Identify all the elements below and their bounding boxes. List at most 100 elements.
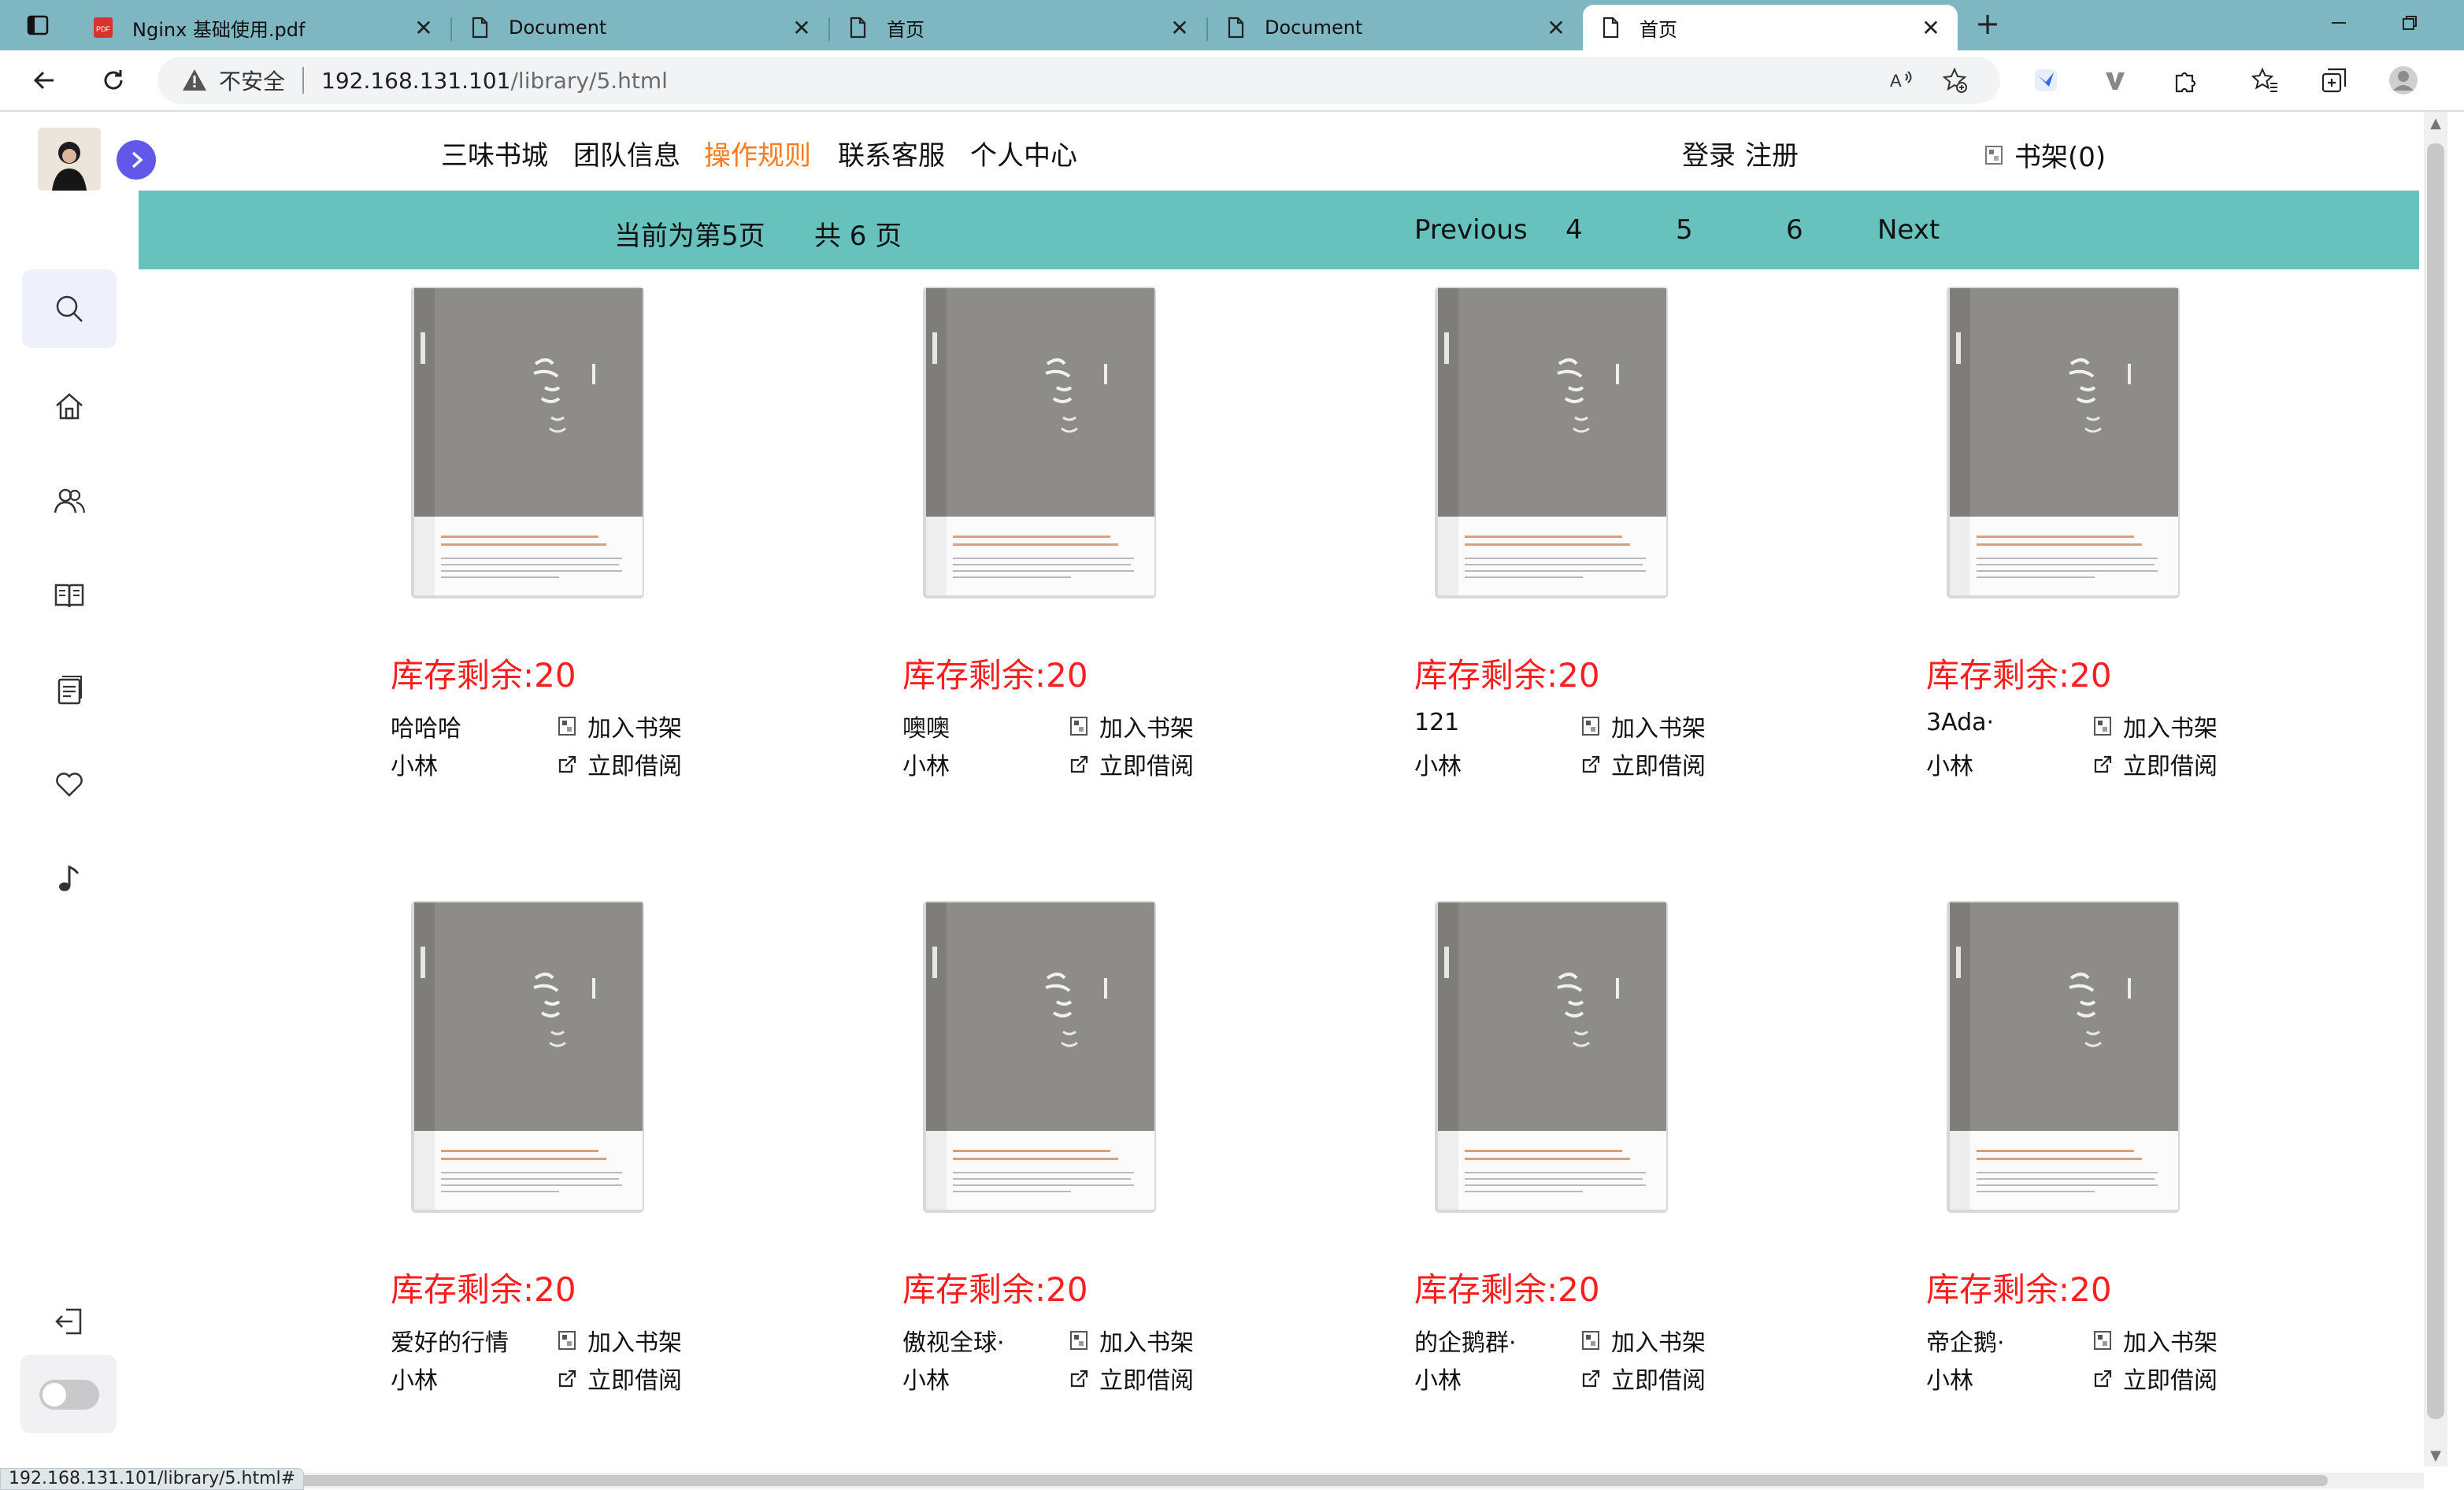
broken-image-icon	[1070, 717, 1087, 736]
vertical-scrollbar[interactable]: ▲ ▼	[2424, 112, 2447, 1466]
book-cover-image[interactable]	[1433, 899, 1669, 1214]
browser-tab-4[interactable]: Document ✕	[1208, 5, 1583, 50]
borrow-now-button[interactable]: 立即借阅	[1069, 1361, 1194, 1395]
users-icon[interactable]	[49, 480, 90, 521]
book-cover-image[interactable]	[409, 899, 646, 1214]
stock-remaining: 库存剩余:20	[1926, 656, 2112, 695]
nav-item-team-info[interactable]: 团队信息	[573, 134, 680, 172]
borrow-now-button[interactable]: 立即借阅	[2093, 1361, 2218, 1395]
broken-image-icon	[1582, 717, 1599, 736]
register-link[interactable]: 注册	[1745, 134, 1799, 172]
nav-item-support[interactable]: 联系客服	[838, 134, 945, 172]
borrow-now-button[interactable]: 立即借阅	[558, 747, 682, 781]
tab-close-icon[interactable]: ✕	[408, 15, 439, 41]
extension-bird-icon[interactable]	[2030, 65, 2062, 96]
book-cover-image[interactable]	[409, 285, 646, 600]
borrow-now-label: 立即借阅	[587, 1367, 682, 1395]
avatar[interactable]	[38, 128, 101, 191]
refresh-icon[interactable]	[93, 60, 134, 101]
tab-close-icon[interactable]: ✕	[1164, 15, 1195, 41]
horizontal-scrollbar[interactable]	[139, 1473, 2424, 1488]
book-cover-image[interactable]	[1945, 285, 2181, 600]
add-to-shelf-button[interactable]: 加入书架	[1069, 709, 1194, 743]
browser-tab-1[interactable]: PDF Nginx 基础使用.pdf ✕	[76, 5, 450, 50]
collections-icon[interactable]	[2318, 65, 2350, 96]
book-author: 小林	[391, 1367, 438, 1395]
borrow-now-label: 立即借阅	[2123, 753, 2218, 780]
browser-tab-strip: PDF Nginx 基础使用.pdf ✕ Document ✕ 首页 ✕ Doc…	[0, 0, 2464, 50]
next-page-link[interactable]: Next	[1877, 214, 1940, 246]
nav-item-rules[interactable]: 操作规则	[704, 134, 811, 172]
book-title: 的企鹅群·	[1414, 1329, 1517, 1357]
scroll-up-icon[interactable]: ▲	[2424, 115, 2447, 132]
bookshelf-link[interactable]: 书架(0)	[1984, 135, 2106, 174]
borrow-now-button[interactable]: 立即借阅	[1069, 747, 1194, 781]
extensions-puzzle-icon[interactable]	[2169, 65, 2200, 96]
address-bar[interactable]: 不安全 192.168.131.101/library/5.html A	[157, 57, 2000, 104]
scroll-down-icon[interactable]: ▼	[2424, 1447, 2447, 1464]
book-card: 库存剩余:20 爱好的行情 小林 加入书架 立即借阅	[391, 899, 721, 1403]
add-to-shelf-button[interactable]: 加入书架	[2093, 1323, 2218, 1358]
music-note-icon[interactable]	[49, 858, 90, 899]
tab-close-icon[interactable]: ✕	[1540, 15, 1572, 41]
sidebar-search-button[interactable]	[22, 269, 117, 348]
previous-page-link[interactable]: Previous	[1414, 214, 1528, 246]
broken-image-icon	[1985, 145, 2003, 165]
heart-icon[interactable]	[49, 764, 90, 805]
nav-item-bookstore[interactable]: 三味书城	[441, 134, 548, 172]
book-title: 121	[1414, 709, 1460, 736]
tab-close-icon[interactable]: ✕	[1915, 15, 1947, 41]
book-cover-image[interactable]	[1433, 285, 1669, 600]
tab-title: Nginx 基础使用.pdf	[132, 18, 306, 41]
page-link-6[interactable]: 6	[1786, 214, 1803, 246]
add-to-shelf-label: 加入书架	[2123, 715, 2218, 743]
book-cover-image[interactable]	[1945, 899, 2181, 1214]
borrow-now-button[interactable]: 立即借阅	[2093, 747, 2218, 781]
tab-close-icon[interactable]: ✕	[786, 15, 817, 41]
svg-text:A: A	[1890, 71, 1902, 91]
add-to-shelf-button[interactable]: 加入书架	[558, 1323, 682, 1358]
back-arrow-icon[interactable]	[24, 60, 65, 101]
add-to-shelf-button[interactable]: 加入书架	[1069, 1323, 1194, 1358]
add-to-shelf-button[interactable]: 加入书架	[1581, 709, 1706, 743]
add-favorite-icon[interactable]	[1940, 66, 1969, 95]
browser-tab-5-active[interactable]: 首页 ✕	[1583, 5, 1958, 50]
scrollbar-thumb[interactable]	[280, 1475, 2328, 1486]
add-to-shelf-button[interactable]: 加入书架	[2093, 709, 2218, 743]
theme-toggle[interactable]	[39, 1380, 99, 1410]
nav-item-profile[interactable]: 个人中心	[970, 134, 1077, 172]
book-cover-image[interactable]	[921, 899, 1158, 1214]
book-icon[interactable]	[49, 575, 90, 616]
minimize-icon[interactable]	[2315, 8, 2362, 43]
browser-tab-3[interactable]: 首页 ✕	[830, 5, 1206, 50]
stock-remaining: 库存剩余:20	[1414, 656, 1600, 695]
book-card: 库存剩余:20 噢噢 小林 加入书架 立即借阅	[902, 285, 1233, 789]
new-tab-button[interactable]: +	[1969, 6, 2006, 44]
scrollbar-thumb[interactable]	[2427, 143, 2444, 1419]
borrow-now-button[interactable]: 立即借阅	[1581, 747, 1706, 781]
broken-image-icon	[558, 1331, 576, 1350]
page-link-5[interactable]: 5	[1676, 214, 1693, 246]
browser-tab-2[interactable]: Document ✕	[452, 5, 828, 50]
logout-icon[interactable]	[49, 1301, 90, 1342]
book-title: 傲视全球·	[902, 1329, 1005, 1357]
favorites-icon[interactable]	[2249, 65, 2281, 96]
profile-icon[interactable]	[2388, 65, 2419, 96]
home-icon[interactable]	[49, 386, 90, 427]
page-link-4[interactable]: 4	[1565, 214, 1583, 246]
bookshelf-label: 书架(0)	[2014, 142, 2106, 173]
tab-actions-icon[interactable]	[17, 11, 58, 39]
borrow-now-button[interactable]: 立即借阅	[558, 1361, 682, 1395]
external-link-icon	[1070, 755, 1088, 773]
read-aloud-icon[interactable]: A	[1887, 66, 1915, 95]
document-list-icon[interactable]	[49, 669, 90, 710]
add-to-shelf-button[interactable]: 加入书架	[1581, 1323, 1706, 1358]
sidebar-expand-button[interactable]	[117, 140, 156, 180]
borrow-now-button[interactable]: 立即借阅	[1581, 1361, 1706, 1395]
add-to-shelf-button[interactable]: 加入书架	[558, 709, 682, 743]
login-link[interactable]: 登录	[1682, 134, 1736, 172]
book-cover-image[interactable]	[921, 285, 1158, 600]
borrow-now-label: 立即借阅	[2123, 1367, 2218, 1395]
extension-v-icon[interactable]	[2099, 65, 2131, 96]
restore-icon[interactable]	[2386, 8, 2433, 43]
